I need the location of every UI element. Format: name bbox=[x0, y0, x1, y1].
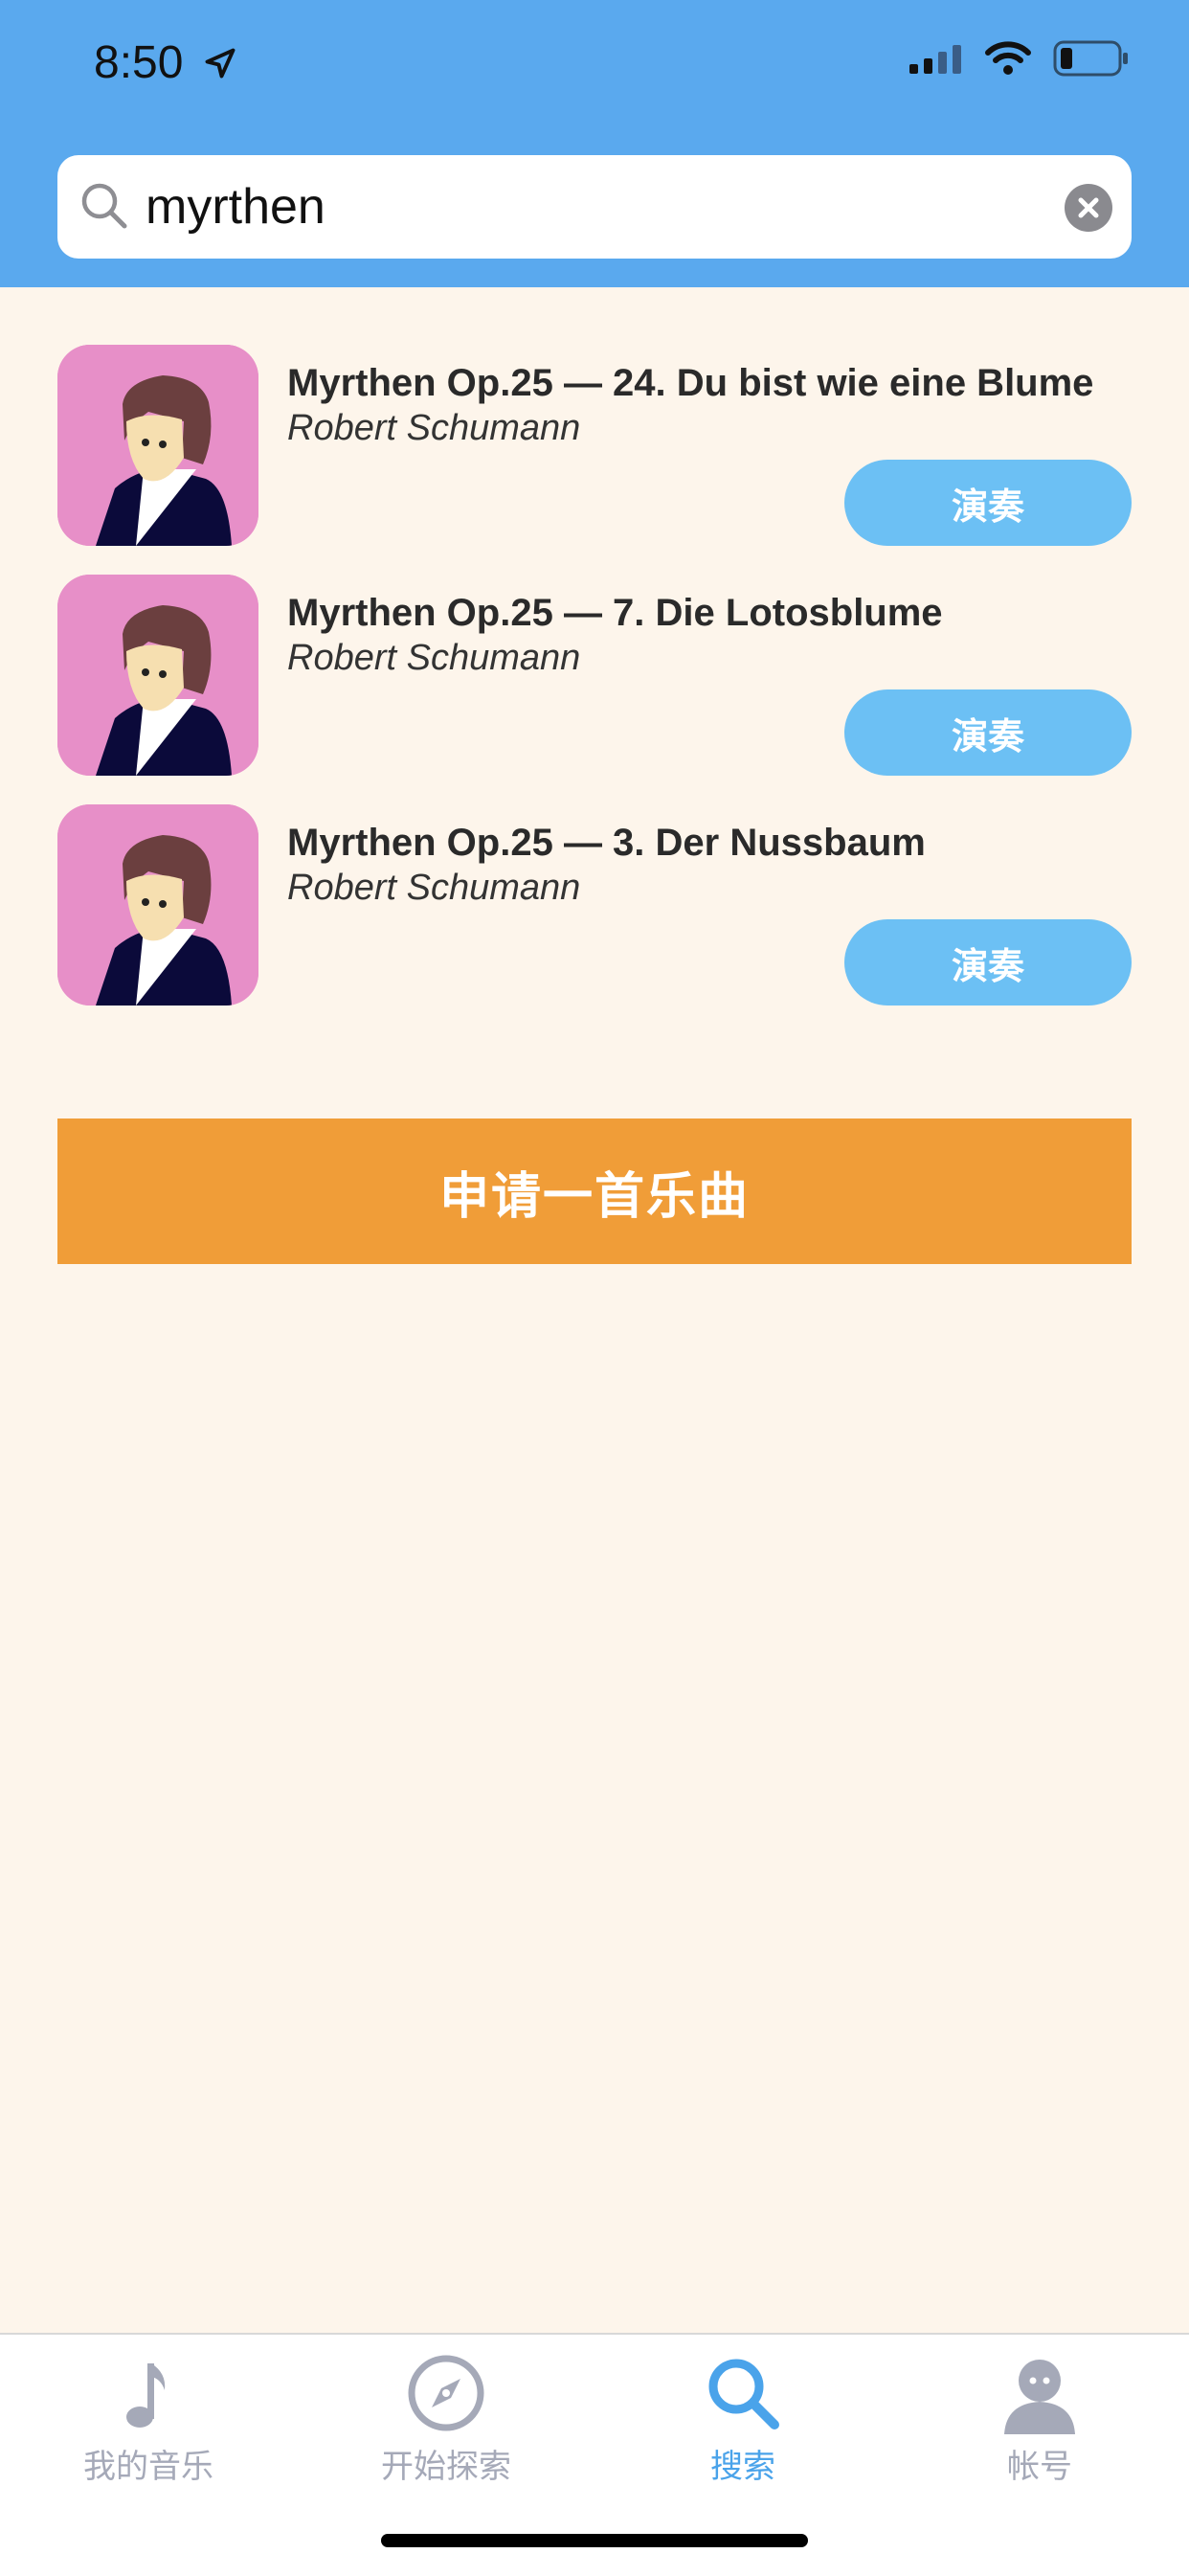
account-icon bbox=[1004, 2360, 1075, 2434]
artist-name: Robert Schumann bbox=[287, 638, 581, 678]
artist-name: Robert Schumann bbox=[287, 868, 581, 908]
song-title: Myrthen Op.25 — 3. Der Nussbaum bbox=[287, 822, 926, 864]
composer-portrait-icon bbox=[57, 345, 258, 546]
header: 8:50 bbox=[0, 0, 1189, 287]
composer-avatar bbox=[57, 345, 258, 546]
artist-name: Robert Schumann bbox=[287, 408, 581, 448]
composer-portrait-icon bbox=[57, 575, 258, 776]
tab-my-music[interactable]: 我的音乐 bbox=[0, 2352, 297, 2496]
search-icon bbox=[81, 183, 127, 229]
list-item[interactable]: Myrthen Op.25 — 3. Der Nussbaum Robert S… bbox=[0, 804, 1189, 1034]
search-bar[interactable] bbox=[57, 155, 1132, 259]
wifi-icon bbox=[985, 41, 1031, 75]
home-indicator bbox=[381, 2534, 808, 2547]
list-item[interactable]: Myrthen Op.25 — 7. Die Lotosblume Robert… bbox=[0, 575, 1189, 804]
search-icon bbox=[708, 2359, 779, 2429]
tab-label: 搜索 bbox=[710, 2448, 775, 2486]
song-title: Myrthen Op.25 — 7. Die Lotosblume bbox=[287, 592, 943, 634]
cellular-signal-icon bbox=[909, 45, 961, 74]
request-song-button[interactable]: 申请一首乐曲 bbox=[57, 1119, 1132, 1264]
tab-search[interactable]: 搜索 bbox=[594, 2352, 891, 2496]
location-arrow-icon bbox=[205, 48, 236, 79]
clear-search-icon[interactable] bbox=[1065, 184, 1112, 232]
music-note-icon bbox=[126, 2363, 166, 2428]
list-item[interactable]: Myrthen Op.25 — 24. Du bist wie eine Blu… bbox=[0, 345, 1189, 575]
compass-icon bbox=[408, 2355, 484, 2431]
song-title: Myrthen Op.25 — 24. Du bist wie eine Blu… bbox=[287, 362, 1094, 404]
status-icons bbox=[909, 40, 1130, 77]
tab-account[interactable]: 帐号 bbox=[891, 2352, 1188, 2496]
tab-label: 我的音乐 bbox=[83, 2448, 213, 2486]
tab-explore[interactable]: 开始探索 bbox=[298, 2352, 594, 2496]
status-time: 8:50 bbox=[94, 37, 184, 88]
tab-label: 帐号 bbox=[1007, 2448, 1072, 2486]
play-button[interactable]: 演奏 bbox=[844, 919, 1132, 1006]
battery-icon bbox=[1053, 40, 1128, 77]
search-input[interactable] bbox=[146, 155, 1007, 259]
play-button[interactable]: 演奏 bbox=[844, 689, 1132, 776]
composer-portrait-icon bbox=[57, 804, 258, 1006]
play-button[interactable]: 演奏 bbox=[844, 460, 1132, 546]
tab-label: 开始探索 bbox=[381, 2448, 511, 2486]
composer-avatar bbox=[57, 804, 258, 1006]
composer-avatar bbox=[57, 575, 258, 776]
